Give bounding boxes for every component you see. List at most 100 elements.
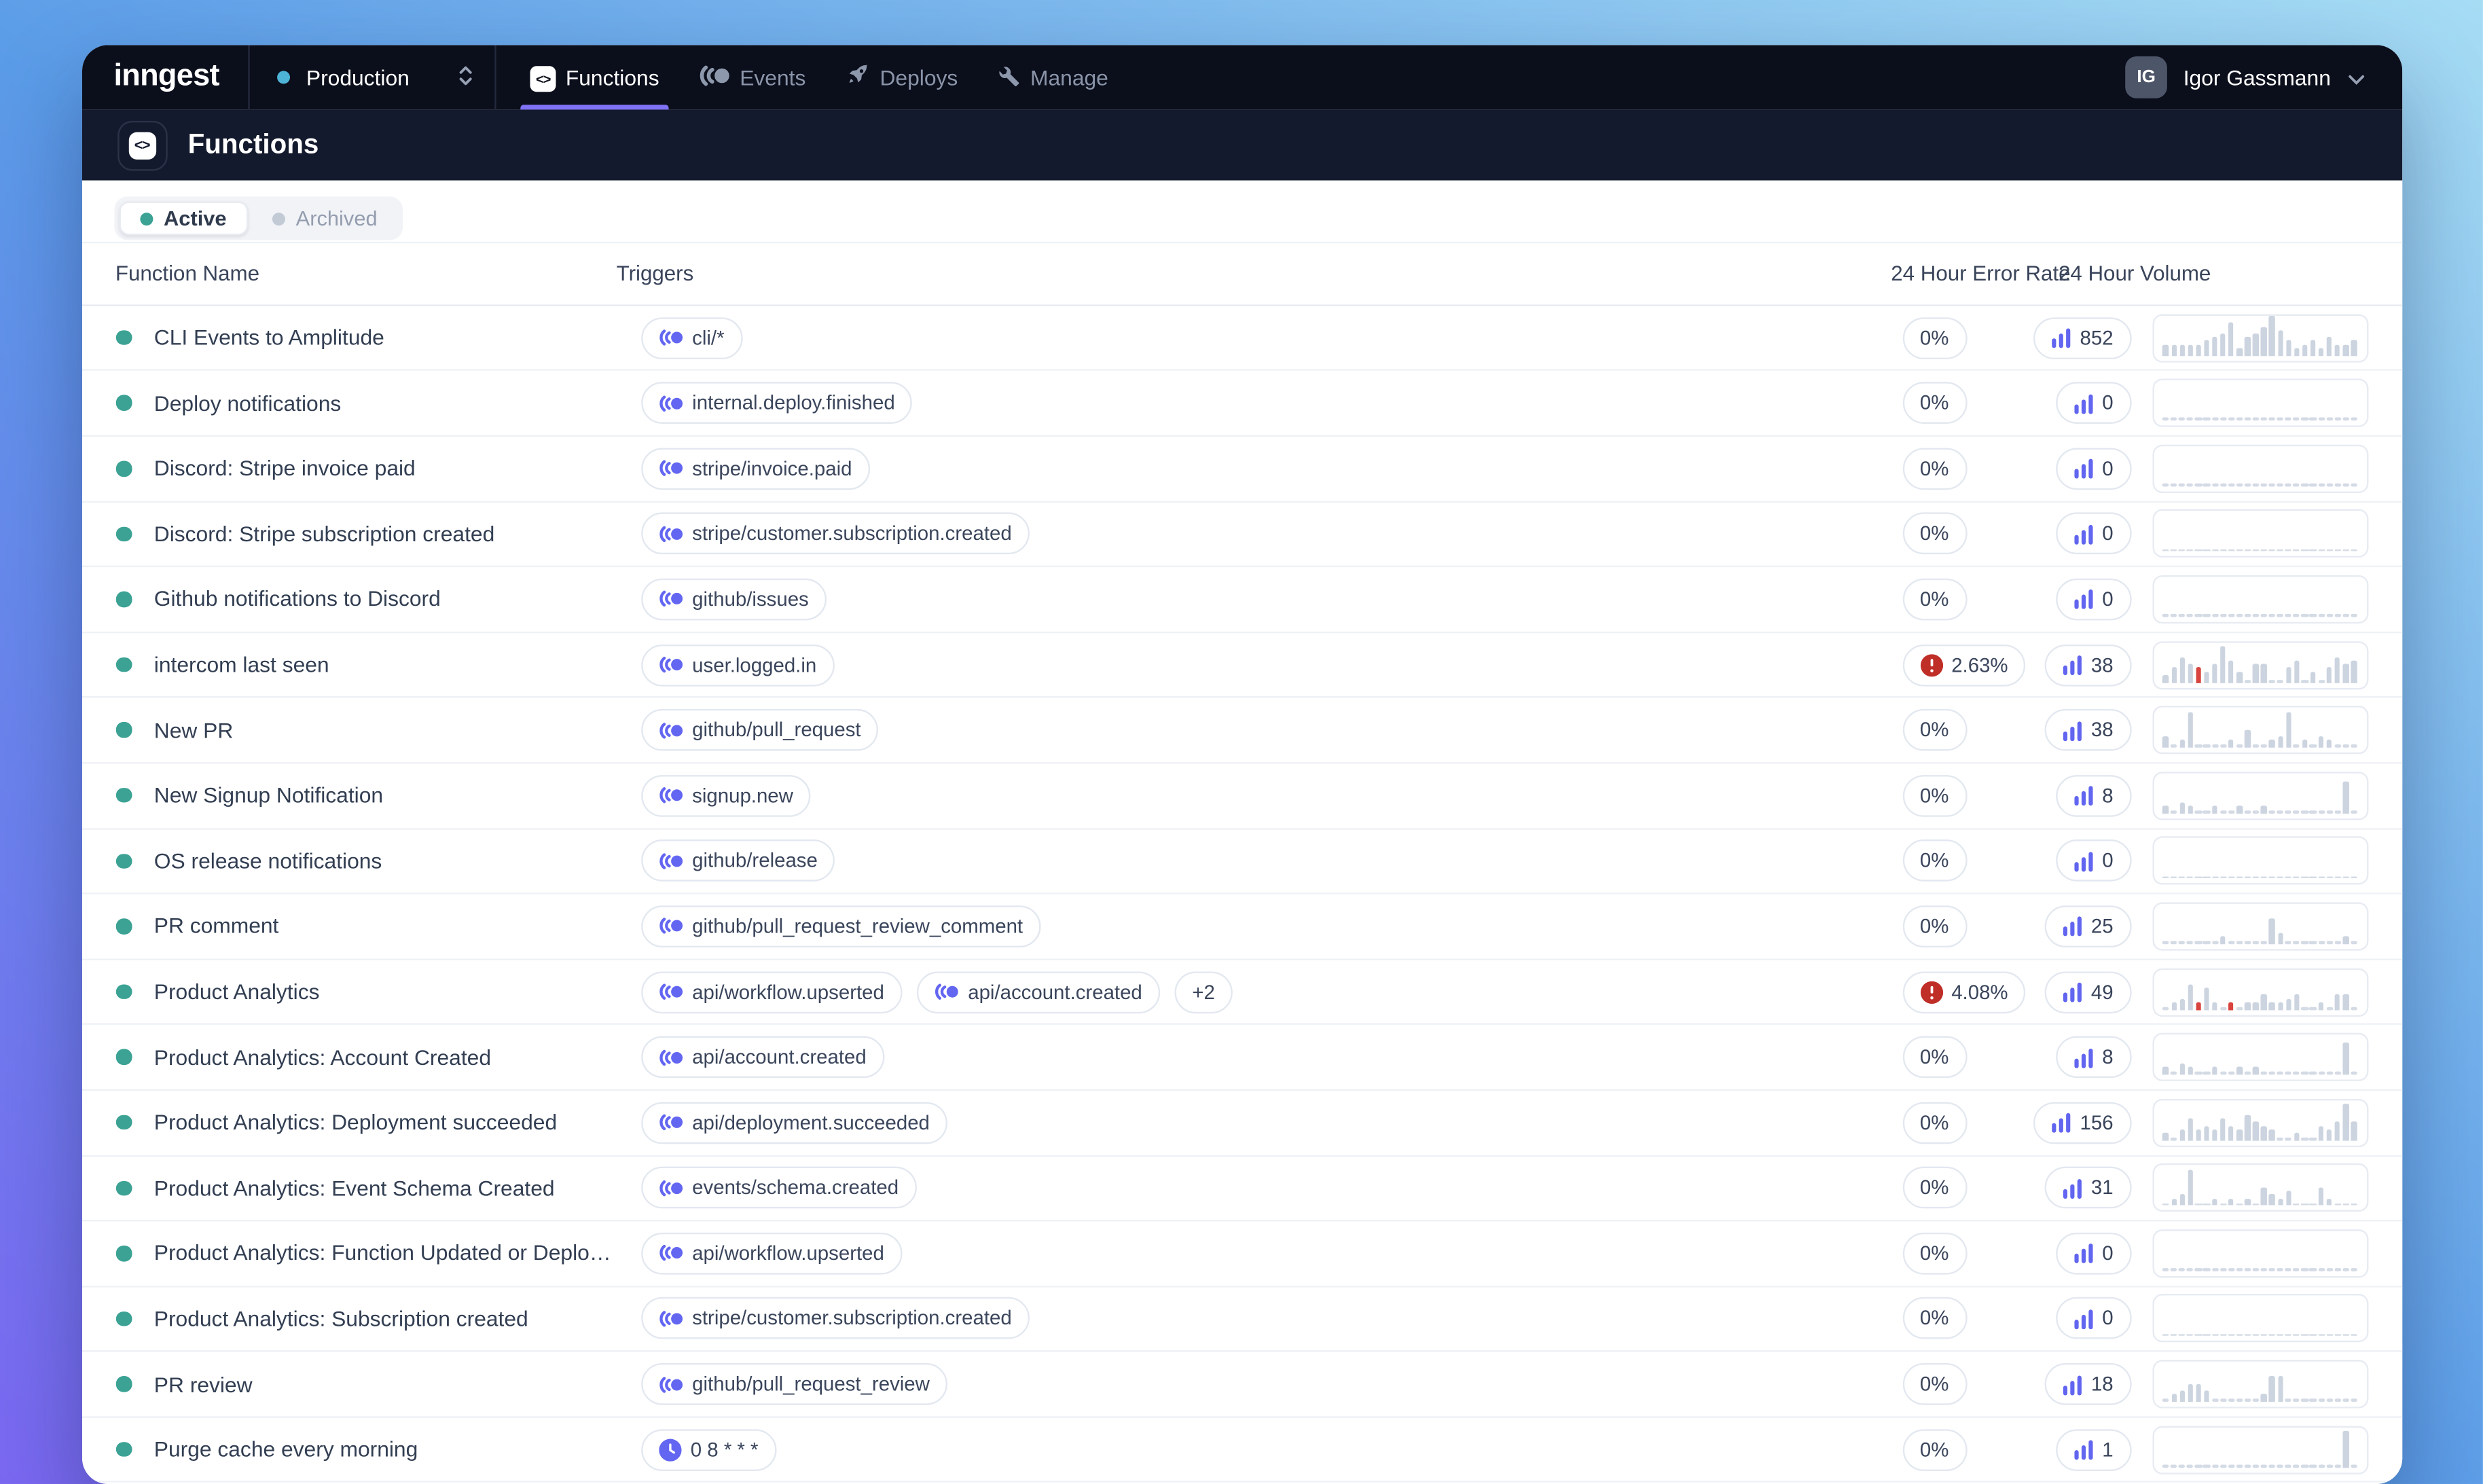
sparkline-zero-dash bbox=[2351, 1399, 2357, 1402]
sparkline-zero-dash bbox=[2260, 941, 2267, 944]
tab-manage[interactable]: Manage bbox=[988, 45, 1118, 110]
sparkline-zero-dash bbox=[2268, 1072, 2275, 1074]
event-trigger-badge: github/pull_request_review_comment bbox=[640, 905, 1040, 947]
function-row[interactable]: Product Analytics: Subscription createds… bbox=[81, 1287, 2402, 1352]
filter-active[interactable]: Active bbox=[119, 202, 248, 236]
function-row[interactable]: OS release notificationsgithub/release0%… bbox=[81, 829, 2402, 894]
tab-deploys[interactable]: Deploys bbox=[836, 45, 967, 110]
sparkline-zero-dash bbox=[2302, 1268, 2308, 1271]
status-filter: Active Archived bbox=[113, 197, 403, 240]
function-row[interactable]: Deploy notificationsinternal.deploy.fini… bbox=[81, 372, 2402, 437]
sparkline-zero-dash bbox=[2171, 484, 2177, 486]
sparkline-cell bbox=[2152, 1229, 2402, 1278]
sparkline-zero-dash bbox=[2318, 875, 2325, 878]
volume-badge: 8 bbox=[2055, 1036, 2131, 1079]
sparkline-zero-dash bbox=[2211, 549, 2218, 551]
sparkline-bar bbox=[2269, 1002, 2274, 1009]
function-row[interactable]: Product Analytics: Deployment succeededa… bbox=[81, 1091, 2402, 1156]
function-active-dot bbox=[116, 984, 132, 1000]
sparkline-zero-dash bbox=[2236, 1268, 2243, 1271]
function-row[interactable]: Product Analytics: Account Created api/ac… bbox=[81, 1026, 2402, 1091]
error-rate-value: 0% bbox=[1920, 1438, 1949, 1461]
sparkline-zero-dash bbox=[2260, 1072, 2267, 1074]
sparkline-bar bbox=[2196, 344, 2201, 355]
sparkline-bar bbox=[2343, 664, 2349, 683]
function-row[interactable]: Product Analytics: Event Schema Createde… bbox=[81, 1156, 2402, 1221]
sparkline-zero-dash bbox=[2285, 1464, 2292, 1467]
sparkline-zero-dash bbox=[2179, 484, 2186, 486]
sparkline-zero-dash bbox=[2294, 875, 2300, 878]
function-name-cell: PR review bbox=[81, 1372, 617, 1396]
sparkline-bar bbox=[2261, 1187, 2266, 1206]
function-row[interactable]: New PRgithub/pull_request0%38 bbox=[81, 698, 2402, 763]
function-row[interactable]: intercom last seenuser.logged.in2.63%38 bbox=[81, 633, 2402, 698]
function-row[interactable]: PR comment github/pull_request_review_com… bbox=[81, 894, 2402, 960]
function-row[interactable]: Discord: Stripe subscription createdstri… bbox=[81, 502, 2402, 567]
sparkline-cell bbox=[2152, 1426, 2402, 1474]
triggers-cell: signup.new bbox=[617, 774, 1891, 816]
tab-events[interactable]: Events bbox=[690, 45, 816, 110]
sparkline-zero-dash bbox=[2195, 1268, 2202, 1271]
sparkline-bar bbox=[2245, 1198, 2250, 1206]
sparkline-zero-dash bbox=[2334, 1464, 2341, 1467]
triggers-cell: stripe/invoice.paid bbox=[617, 448, 1891, 490]
sparkline-zero-dash bbox=[2252, 549, 2259, 551]
sparkline-zero-dash bbox=[2195, 810, 2202, 813]
function-row[interactable]: New Signup Notificationsignup.new0%8 bbox=[81, 763, 2402, 829]
sparkline-zero-dash bbox=[2244, 1464, 2251, 1467]
sparkline-bar bbox=[2327, 1198, 2332, 1206]
function-row[interactable]: CLI Events to Amplitudecli/*0%852 bbox=[81, 306, 2402, 371]
sparkline-zero-dash bbox=[2252, 941, 2259, 944]
sparkline-zero-dash bbox=[2277, 1072, 2283, 1074]
function-name: Product Analytics: Account Created bbox=[154, 1045, 491, 1070]
filter-archived[interactable]: Archived bbox=[251, 202, 398, 236]
volume-sparkline bbox=[2152, 1295, 2368, 1343]
sparkline-zero-dash bbox=[2203, 1464, 2210, 1467]
sparkline-bar bbox=[2163, 737, 2169, 748]
sparkline-cell bbox=[2152, 706, 2402, 754]
error-rate-badge: 0% bbox=[1902, 1167, 1967, 1209]
bar-chart-icon bbox=[2051, 1112, 2072, 1133]
event-icon bbox=[658, 590, 683, 608]
triggers-cell: github/pull_request_review_comment bbox=[617, 905, 1891, 947]
user-menu[interactable]: IG Igor Gassmann bbox=[2116, 45, 2402, 110]
column-header-function-name: Function Name bbox=[81, 261, 617, 286]
events-icon bbox=[700, 64, 730, 91]
environment-selector[interactable]: Production bbox=[250, 45, 495, 110]
sparkline-zero-dash bbox=[2211, 484, 2218, 486]
function-row[interactable]: PR reviewgithub/pull_request_review0%18 bbox=[81, 1352, 2402, 1417]
sparkline-zero-dash bbox=[2228, 614, 2234, 617]
sparkline-zero-dash bbox=[2285, 810, 2292, 813]
error-rate-value: 2.63% bbox=[1951, 653, 2008, 676]
sparkline-zero-dash bbox=[2228, 875, 2234, 878]
tab-functions[interactable]: <>Functions bbox=[520, 45, 668, 110]
sparkline-zero-dash bbox=[2294, 614, 2300, 617]
event-trigger-badge: stripe/customer.subscription.created bbox=[640, 513, 1030, 555]
function-name-cell: Product Analytics: Account Created bbox=[81, 1045, 617, 1070]
sparkline-zero-dash bbox=[2326, 1399, 2333, 1402]
trigger-label: api/account.created bbox=[692, 1046, 867, 1068]
sparkline-zero-dash bbox=[2219, 1007, 2226, 1009]
sparkline-zero-dash bbox=[2236, 875, 2243, 878]
sparkline-bar bbox=[2269, 740, 2274, 748]
sparkline-zero-dash bbox=[2244, 484, 2251, 486]
error-rate-value: 0% bbox=[1920, 1177, 1949, 1199]
function-name: Product Analytics: Event Schema Created bbox=[154, 1176, 555, 1200]
function-row[interactable]: Purge cache every morning0 8 * * *0%1 bbox=[81, 1417, 2402, 1483]
function-row[interactable]: Product Analytics: Function Updated or D… bbox=[81, 1222, 2402, 1287]
error-rate-badge: 0% bbox=[1902, 905, 1967, 947]
function-row[interactable]: Product Analyticsapi/workflow.upsertedap… bbox=[81, 960, 2402, 1025]
sparkline-zero-dash bbox=[2195, 484, 2202, 486]
sparkline-zero-dash bbox=[2310, 1399, 2317, 1402]
sparkline-zero-dash bbox=[2203, 418, 2210, 420]
sparkline-zero-dash bbox=[2171, 745, 2177, 748]
sparkline-zero-dash bbox=[2351, 810, 2357, 813]
sparkline-zero-dash bbox=[2334, 1334, 2341, 1337]
function-name: PR review bbox=[154, 1372, 253, 1396]
triggers-cell: api/deployment.succeeded bbox=[617, 1102, 1891, 1144]
function-row[interactable]: Github notifications to Discordgithub/is… bbox=[81, 567, 2402, 632]
function-name-cell: PR comment bbox=[81, 914, 617, 939]
function-row[interactable]: Discord: Stripe invoice paidstripe/invoi… bbox=[81, 437, 2402, 502]
sparkline-zero-dash bbox=[2260, 549, 2267, 551]
sparkline-zero-dash bbox=[2302, 680, 2308, 683]
